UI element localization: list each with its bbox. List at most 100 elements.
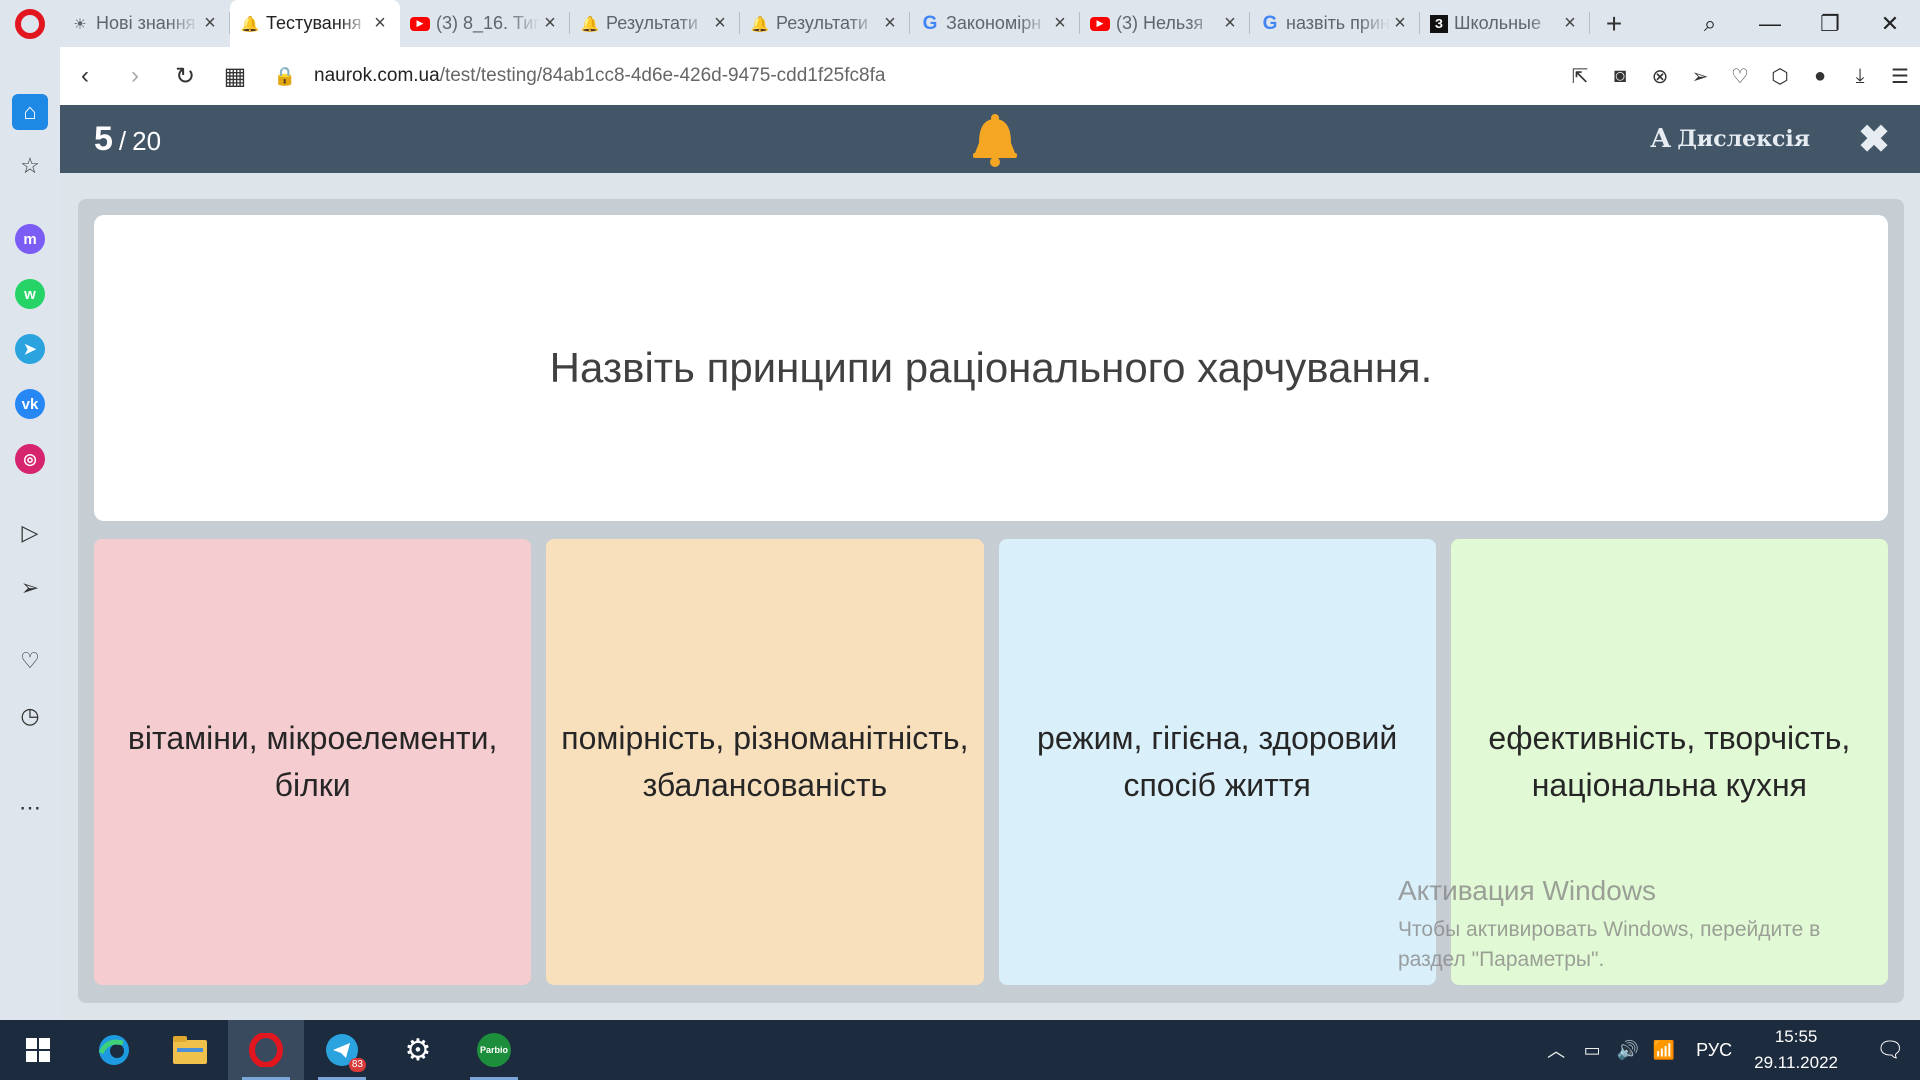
dyslexia-label: Дислексія [1677,126,1810,152]
chevron-up-icon[interactable]: ︿ [1538,1037,1574,1063]
vk-icon[interactable]: vk [15,389,45,419]
naurok-bell-icon: 🔔 [580,15,600,33]
lock-icon[interactable]: 🔒 [270,66,300,87]
tab-results-2[interactable]: 🔔 Результати × [740,0,910,47]
counter-separator: / [118,125,127,156]
opera-taskbar-icon[interactable] [228,1020,304,1080]
telegram-taskbar-icon[interactable]: 83 [304,1020,380,1080]
tab-results-1[interactable]: 🔔 Результати × [570,0,740,47]
network-icon[interactable]: 📶 [1646,1040,1682,1061]
tab-testing[interactable]: 🔔 Тестування × [230,0,400,47]
tab-google-1[interactable]: G Закономірн × [910,0,1080,47]
parbio-icon[interactable]: Parbio [456,1020,532,1080]
close-tab-icon[interactable]: × [710,12,730,35]
tab-title: Нові знання [96,13,196,33]
tab-title: Результати [776,13,868,33]
new-tab-button[interactable]: + [1590,0,1638,47]
close-window-button[interactable]: ✕ [1860,11,1920,37]
close-tab-icon[interactable]: × [1560,12,1580,35]
dyslexia-icon: А [1650,124,1672,154]
star-icon[interactable]: ☆ [14,150,46,182]
answer-option-3[interactable]: режим, гігієна, здоровий спосіб життя [998,539,1436,985]
watermark-text: Чтобы активировать Windows, перейдите в … [1398,915,1868,975]
watermark-line-2: раздел "Параметры". [1398,948,1605,971]
tab-youtube-1[interactable]: ▶ (3) 8_16. Тип × [400,0,570,47]
instagram-icon[interactable]: ◎ [15,444,45,474]
windows-activation-watermark: Активация Windows Чтобы активировать Win… [1398,875,1868,975]
address-bar: ‹ › ↻ ▦ 🔒 naurok.com.ua/test/testing/84a… [60,47,1920,105]
question-counter: 5 / 20 [94,120,161,159]
search-tabs-icon[interactable]: ⌕ [1680,11,1740,37]
close-tab-icon[interactable]: × [1050,12,1070,35]
file-explorer-icon[interactable] [152,1020,228,1080]
url-domain: naurok.com.ua [314,65,440,86]
extensions-icon[interactable]: ⬡ [1760,64,1800,89]
system-tray: ︿ ▭ 🔊 📶 РУС 15:55 29.11.2022 🗨 [1538,1024,1920,1076]
messenger-icon[interactable]: m [15,224,45,254]
naurok-bell-icon: 🔔 [750,15,770,33]
url-field[interactable]: naurok.com.ua/test/testing/84ab1cc8-4d6e… [314,65,885,87]
url-path: /test/testing/84ab1cc8-4d6e-426d-9475-cd… [439,65,886,86]
close-tab-icon[interactable]: × [1220,12,1240,35]
znanija-icon: З [1430,14,1448,33]
answer-option-2[interactable]: помірність, різноманітність, збалансован… [546,539,984,985]
naurok-bell-icon: 🔔 [240,15,260,33]
tab-title: Тестування [266,13,362,33]
watermark-title: Активация Windows [1398,875,1657,906]
clock-date: 29.11.2022 [1754,1053,1838,1072]
tab-title: назвіть прин [1286,13,1390,33]
close-tab-icon[interactable]: × [370,12,390,35]
tab-title: Результати [606,13,698,33]
download-icon[interactable]: ⤓ [1840,65,1880,88]
share-icon[interactable]: ⇱ [1560,64,1600,89]
player-icon[interactable]: ▷ [14,517,46,549]
send-icon[interactable]: ➢ [14,572,46,604]
test-topbar: 5 / 20 А Дислексія ✖ [60,105,1920,173]
google-icon: G [1262,12,1278,34]
heart-icon[interactable]: ♡ [14,645,46,677]
forward-icon[interactable]: › [110,62,160,90]
battery-icon[interactable]: ▭ [1574,1040,1610,1061]
naurok-bell-icon [973,114,1017,167]
question-text: Назвіть принципи раціонального харчуванн… [549,344,1433,391]
home-icon[interactable]: ⌂ [12,94,48,130]
easy-setup-icon[interactable]: ☰ [1880,64,1920,89]
whatsapp-icon[interactable]: w [15,279,45,309]
opera-sidebar: ⌂ ☆ m w ➤ vk ◎ ▷ ➢ ♡ ◷ ⋯ [0,47,60,1020]
tab-google-2[interactable]: G назвіть прин × [1250,0,1420,47]
tab-znanija[interactable]: З Школьные × [1420,0,1590,47]
dyslexia-toggle[interactable]: А Дислексія [1650,105,1810,173]
answer-option-1[interactable]: вітаміни, мікроелементи, білки [94,539,532,985]
clock[interactable]: 15:55 29.11.2022 [1754,1024,1838,1076]
more-icon[interactable]: ⋯ [14,792,46,824]
camera-icon[interactable]: ◙ [1600,65,1640,88]
notifications-icon[interactable]: 🗨 [1860,1037,1920,1063]
profile-icon[interactable]: ● [1800,65,1840,88]
edge-icon[interactable] [76,1020,152,1080]
adblock-icon[interactable]: ⊗ [1640,64,1680,89]
settings-icon[interactable]: ⚙ [380,1020,456,1080]
close-tab-icon[interactable]: × [540,12,560,35]
tab-title: Закономірн [946,13,1042,33]
restore-button[interactable]: ❐ [1800,11,1860,37]
close-tab-icon[interactable]: × [1390,12,1410,35]
close-tab-icon[interactable]: × [880,12,900,35]
minimize-button[interactable]: — [1740,11,1800,37]
reload-icon[interactable]: ↻ [160,62,210,91]
tab-new-knowledge[interactable]: ☀ Нові знання × [60,0,230,47]
close-tab-icon[interactable]: × [200,12,220,35]
heart-icon[interactable]: ♡ [1720,64,1760,89]
windows-start-icon[interactable] [0,1020,76,1080]
tabs-grid-icon[interactable]: ▦ [210,62,260,91]
back-icon[interactable]: ‹ [60,62,110,90]
tab-youtube-2[interactable]: ▶ (3) Нельзя × [1080,0,1250,47]
volume-icon[interactable]: 🔊 [1610,1040,1646,1061]
opera-logo[interactable] [0,0,60,47]
youtube-icon: ▶ [1090,16,1110,31]
telegram-icon[interactable]: ➤ [15,334,45,364]
language-indicator[interactable]: РУС [1696,1040,1732,1061]
youtube-icon: ▶ [410,16,430,31]
close-test-icon[interactable]: ✖ [1858,117,1890,162]
send-icon[interactable]: ➢ [1680,64,1720,89]
history-icon[interactable]: ◷ [14,700,46,732]
